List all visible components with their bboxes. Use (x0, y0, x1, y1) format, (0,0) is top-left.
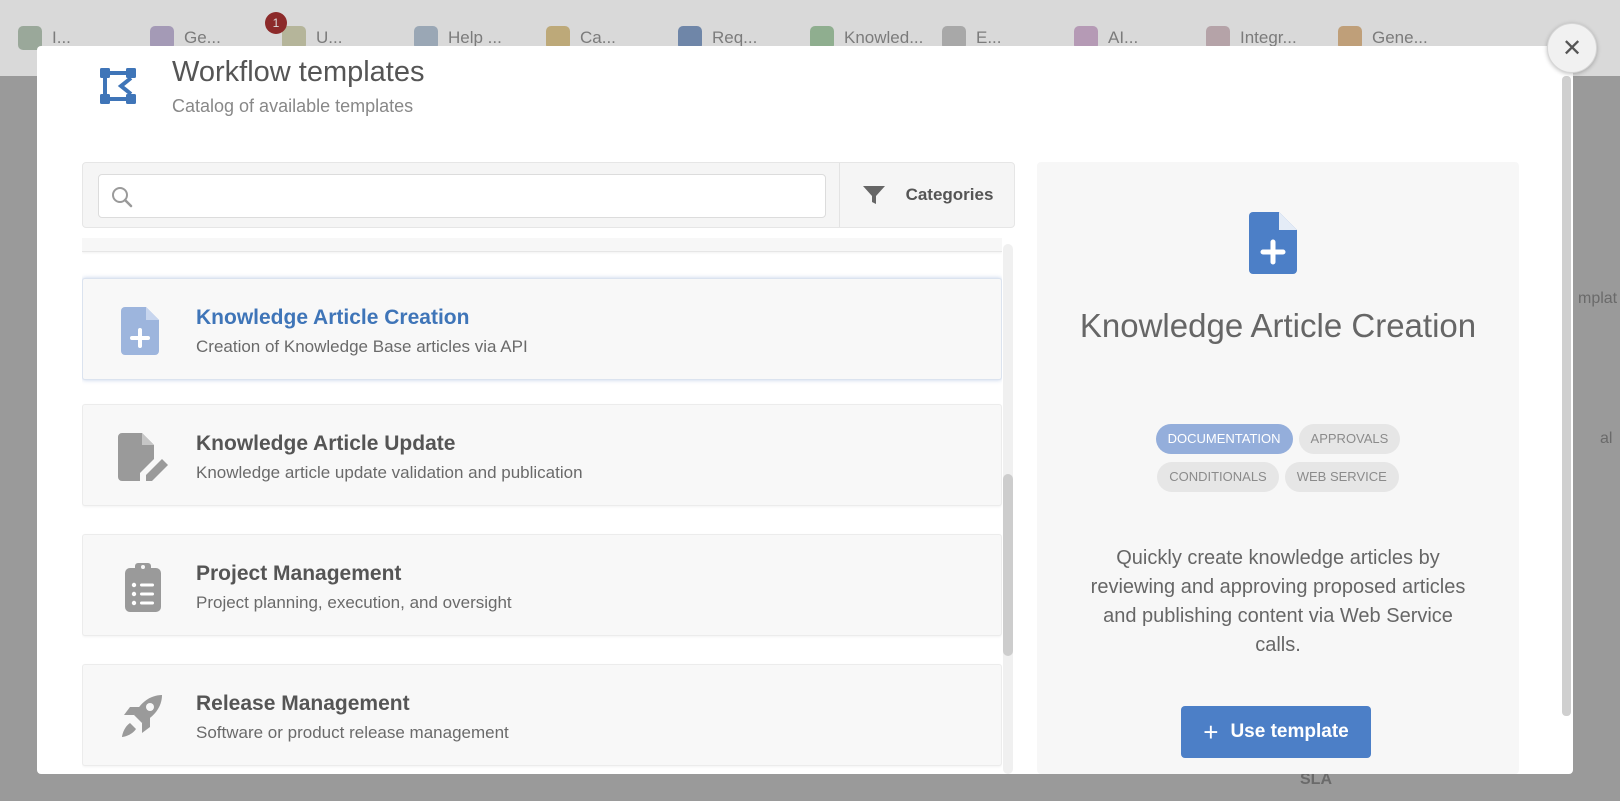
template-item-knowledge-article-update[interactable]: Knowledge Article Update Knowledge artic… (82, 404, 1002, 506)
modal-scrollbar[interactable] (1562, 76, 1571, 716)
template-title: Knowledge Article Update (196, 432, 456, 455)
file-plus-icon (121, 307, 159, 355)
plus-icon: + (1203, 717, 1219, 747)
modal-title: Workflow templates (172, 56, 425, 88)
rocket-icon (122, 695, 162, 737)
filter-icon (862, 186, 885, 204)
tag-web-service: WEB SERVICE (1284, 462, 1399, 492)
background-tab-label: Integr... (1240, 28, 1297, 47)
search-toolbar: Categories (82, 162, 1015, 228)
workflow-icon (100, 68, 136, 104)
detail-description: Quickly create knowledge articles by rev… (1090, 547, 1466, 656)
template-item-release-management[interactable]: Release Management Software or product r… (82, 664, 1002, 766)
background-tab-label: Help ... (448, 28, 502, 47)
modal-subtitle: Catalog of available templates (172, 96, 414, 116)
template-list: Knowledge Article Creation Creation of K… (82, 238, 1002, 774)
background-tab-label: Ge... (184, 28, 221, 47)
template-detail-panel: Knowledge Article Creation DOCUMENTATION… (1037, 162, 1519, 774)
background-text: mplat (1578, 290, 1618, 307)
template-title: Project Management (196, 562, 402, 585)
tag-list: DOCUMENTATION APPROVALS CONDITIONALS WEB… (1037, 424, 1519, 492)
background-tab-label: I... (52, 28, 71, 47)
background-tab-label: Ca... (580, 28, 616, 47)
search-field[interactable] (98, 174, 826, 218)
background-text: al (1600, 430, 1613, 447)
use-template-label: Use template (1230, 721, 1349, 742)
file-edit-icon (118, 433, 168, 481)
clipboard-list-icon (125, 563, 161, 612)
file-plus-icon (1249, 212, 1297, 274)
use-template-button[interactable]: + Use template (1181, 706, 1371, 758)
tag-conditionals: CONDITIONALS (1157, 462, 1279, 492)
workflow-templates-modal: Workflow templates Catalog of available … (37, 46, 1573, 774)
background-tab-label: Knowled... (844, 28, 924, 47)
template-title: Knowledge Article Creation (196, 306, 470, 329)
template-description: Project planning, execution, and oversig… (196, 593, 512, 612)
template-description: Software or product release management (196, 723, 509, 742)
search-input[interactable] (139, 175, 819, 217)
list-scrollbar-thumb[interactable] (1003, 474, 1013, 656)
template-title: Release Management (196, 692, 410, 715)
background-tab-label: U... (316, 28, 343, 47)
categories-button[interactable]: Categories (840, 163, 1015, 227)
template-item-project-management[interactable]: Project Management Project planning, exe… (82, 534, 1002, 636)
template-description: Creation of Knowledge Base articles via … (196, 337, 528, 356)
background-tab-label: AI... (1108, 28, 1139, 47)
template-item-knowledge-article-creation[interactable]: Knowledge Article Creation Creation of K… (82, 278, 1002, 380)
list-item[interactable] (82, 238, 1002, 252)
tag-documentation: DOCUMENTATION (1155, 424, 1293, 454)
template-description: Knowledge article update validation and … (196, 463, 583, 482)
categories-label: Categories (905, 185, 994, 204)
background-tab-label: Gene... (1372, 28, 1428, 47)
close-button[interactable]: ✕ (1547, 23, 1597, 73)
notification-badge: 1 (265, 12, 287, 34)
detail-title: Knowledge Article Creation (1079, 307, 1477, 344)
background-tab-label: Req... (712, 28, 758, 47)
close-icon: ✕ (1561, 34, 1583, 62)
background-tab-label: E... (976, 28, 1002, 47)
tag-approvals: APPROVALS (1298, 424, 1401, 454)
search-icon (112, 187, 133, 208)
